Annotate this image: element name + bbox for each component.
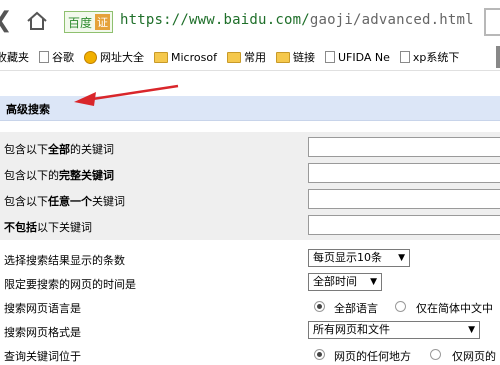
annotation-arrow-icon [74, 84, 179, 106]
